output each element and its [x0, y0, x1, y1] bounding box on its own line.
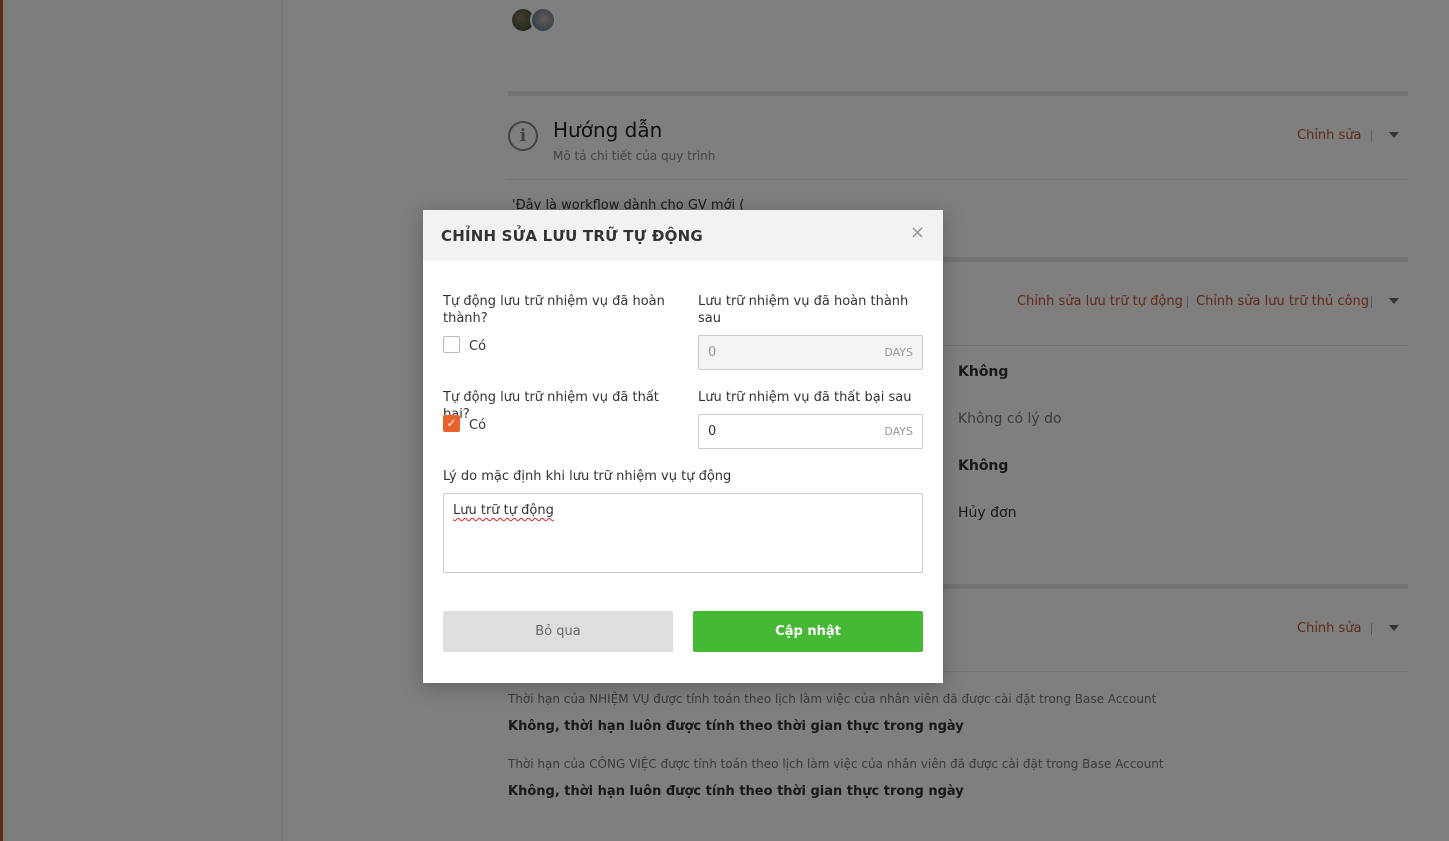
- cancel-button[interactable]: Bỏ qua: [443, 611, 673, 652]
- auto-archive-completed-checkbox-label[interactable]: Có: [469, 339, 486, 354]
- completed-after-days-input[interactable]: 0 DAYS: [698, 335, 923, 370]
- close-icon[interactable]: ×: [910, 224, 925, 242]
- completed-after-label: Lưu trữ nhiệm vụ đã hoàn thành sau: [698, 294, 909, 326]
- auto-archive-dialog: CHỈNH SỬA LƯU TRỮ TỰ ĐỘNG × Tự động lưu …: [423, 210, 943, 683]
- failed-after-days-value: 0: [708, 424, 717, 439]
- default-reason-textarea[interactable]: Lưu trữ tự động: [443, 493, 923, 573]
- days-unit: DAYS: [884, 346, 913, 359]
- failed-after-days-input[interactable]: 0 DAYS: [698, 414, 923, 449]
- completed-after-days-value: 0: [708, 345, 717, 360]
- auto-archive-completed-checkbox[interactable]: [443, 336, 460, 353]
- auto-archive-failed-checkbox[interactable]: ✓: [443, 415, 460, 432]
- failed-after-label: Lưu trữ nhiệm vụ đã thất bại sau: [698, 390, 912, 405]
- auto-archive-failed-checkbox-label[interactable]: Có: [469, 418, 486, 433]
- update-button[interactable]: Cập nhật: [693, 611, 923, 652]
- dialog-header: CHỈNH SỬA LƯU TRỮ TỰ ĐỘNG ×: [423, 210, 943, 261]
- auto-archive-completed-label: Tự động lưu trữ nhiệm vụ đã hoàn thành?: [443, 294, 665, 326]
- default-reason-label: Lý do mặc định khi lưu trữ nhiệm vụ tự đ…: [443, 469, 732, 484]
- default-reason-value: Lưu trữ tự động: [453, 503, 554, 518]
- days-unit: DAYS: [884, 425, 913, 438]
- dialog-title: CHỈNH SỬA LƯU TRỮ TỰ ĐỘNG: [441, 227, 703, 245]
